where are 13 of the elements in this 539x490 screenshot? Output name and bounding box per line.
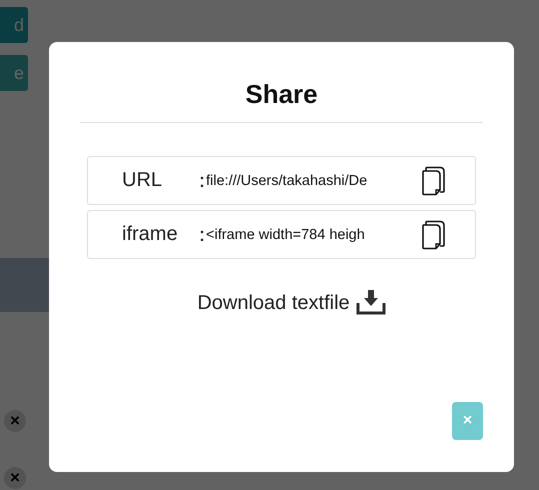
field-value[interactable]: <iframe width=784 heigh — [206, 226, 406, 242]
field-separator: ： — [192, 169, 204, 194]
download-link[interactable]: Download textfile — [197, 292, 350, 315]
dialog-title: Share — [245, 78, 318, 111]
remove-badge: × — [4, 410, 26, 432]
field-label: iframe — [122, 223, 179, 246]
field-label: URL — [122, 169, 164, 192]
copy-icon[interactable] — [420, 166, 446, 196]
field-separator: ： — [192, 223, 204, 248]
copy-icon[interactable] — [420, 220, 446, 250]
field-value[interactable]: file:///Users/takahashi/De — [206, 172, 406, 188]
remove-badge: × — [4, 467, 26, 489]
download-icon[interactable] — [356, 289, 386, 315]
